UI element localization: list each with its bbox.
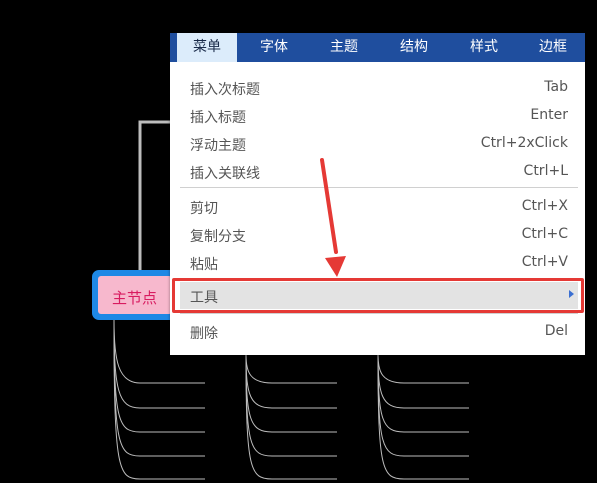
annotation-arrow — [320, 158, 346, 277]
arrow-shaft — [320, 158, 338, 254]
arrow-head-icon — [325, 256, 346, 277]
